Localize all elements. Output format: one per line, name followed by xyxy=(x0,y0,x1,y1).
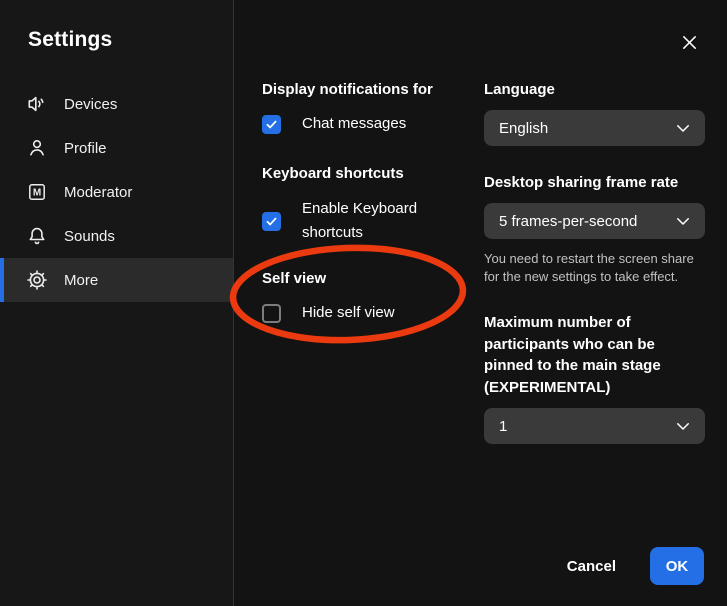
settings-dialog: Settings Devices xyxy=(0,0,727,606)
panel-left-column: Display notifications for Chat messages … xyxy=(262,81,477,325)
frame-rate-select[interactable]: 5 frames-per-second xyxy=(484,203,705,239)
checkmark-icon xyxy=(265,215,278,228)
hide-self-view-label[interactable]: Hide self view xyxy=(302,301,395,325)
keyboard-shortcuts-heading: Keyboard shortcuts xyxy=(262,165,477,183)
gear-icon xyxy=(25,268,49,292)
chevron-down-icon xyxy=(674,119,692,137)
sidebar-item-profile[interactable]: Profile xyxy=(0,126,233,170)
panel-right-column: Language English Desktop sharing frame r… xyxy=(484,81,705,444)
ok-button[interactable]: OK xyxy=(650,547,704,585)
sidebar-item-label: Sounds xyxy=(64,228,115,245)
max-pinned-heading: Maximum number of participants who can b… xyxy=(484,312,689,398)
notifications-heading: Display notifications for xyxy=(262,81,477,99)
max-pinned-selected-value: 1 xyxy=(499,418,507,435)
sidebar-item-label: More xyxy=(64,272,98,289)
hide-self-view-row: Hide self view xyxy=(262,301,477,325)
sidebar-item-label: Devices xyxy=(64,96,117,113)
self-view-heading: Self view xyxy=(262,270,477,288)
settings-panel-more: Display notifications for Chat messages … xyxy=(235,0,727,606)
close-icon xyxy=(680,33,699,52)
enable-keyboard-shortcuts-checkbox[interactable] xyxy=(262,212,281,231)
speaker-icon xyxy=(25,92,49,116)
sidebar-item-label: Profile xyxy=(64,140,107,157)
sidebar-item-moderator[interactable]: M Moderator xyxy=(0,170,233,214)
sidebar-item-label: Moderator xyxy=(64,184,132,201)
chat-messages-row: Chat messages xyxy=(262,112,477,136)
chat-messages-label[interactable]: Chat messages xyxy=(302,112,406,136)
cancel-button[interactable]: Cancel xyxy=(567,558,616,575)
checkmark-icon xyxy=(265,118,278,131)
svg-text:M: M xyxy=(33,188,41,199)
chat-messages-checkbox[interactable] xyxy=(262,115,281,134)
moderator-icon: M xyxy=(25,180,49,204)
sidebar-item-more[interactable]: More xyxy=(0,258,233,302)
enable-keyboard-shortcuts-row: Enable Keyboard shortcuts xyxy=(262,197,477,245)
enable-keyboard-shortcuts-label[interactable]: Enable Keyboard shortcuts xyxy=(302,197,442,245)
language-select[interactable]: English xyxy=(484,110,705,146)
dialog-title: Settings xyxy=(28,28,112,52)
settings-sidebar: Settings Devices xyxy=(0,0,234,606)
hide-self-view-checkbox[interactable] xyxy=(262,304,281,323)
person-icon xyxy=(25,136,49,160)
dialog-footer: Cancel OK xyxy=(567,547,704,585)
frame-rate-note: You need to restart the screen share for… xyxy=(484,250,702,286)
chevron-down-icon xyxy=(674,212,692,230)
close-button[interactable] xyxy=(678,31,700,53)
chevron-down-icon xyxy=(674,417,692,435)
sidebar-item-devices[interactable]: Devices xyxy=(0,82,233,126)
sidebar-item-sounds[interactable]: Sounds xyxy=(0,214,233,258)
language-heading: Language xyxy=(484,81,705,99)
language-selected-value: English xyxy=(499,120,548,137)
bell-icon xyxy=(25,224,49,248)
sidebar-nav: Devices Profile M Moder xyxy=(0,82,233,302)
frame-rate-selected-value: 5 frames-per-second xyxy=(499,213,637,230)
frame-rate-heading: Desktop sharing frame rate xyxy=(484,174,705,192)
max-pinned-select[interactable]: 1 xyxy=(484,408,705,444)
